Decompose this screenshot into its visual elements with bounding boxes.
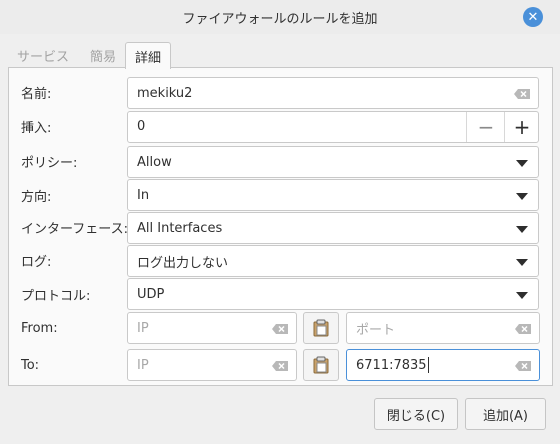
clear-icon[interactable] bbox=[514, 89, 530, 99]
to-ip-placeholder: IP bbox=[137, 357, 149, 373]
direction-value: In bbox=[137, 187, 150, 203]
clear-icon[interactable] bbox=[515, 324, 531, 334]
log-label: ログ: bbox=[21, 254, 52, 270]
advanced-panel: 名前: mekiku2 挿入: 0 − + ポリシー: Allow 方向: In… bbox=[8, 67, 553, 386]
name-field[interactable]: mekiku2 bbox=[127, 77, 539, 109]
insert-spinbutton: 0 − + bbox=[127, 111, 539, 143]
from-port-placeholder: ポート bbox=[356, 322, 396, 338]
clear-icon[interactable] bbox=[515, 361, 531, 371]
title-bar: ファイアウォールのルールを追加 ✕ bbox=[0, 0, 560, 34]
window-title: ファイアウォールのルールを追加 bbox=[182, 11, 378, 27]
chevron-down-icon bbox=[516, 193, 528, 200]
log-dropdown[interactable]: ログ出力しない bbox=[127, 245, 539, 277]
add-button[interactable]: 追加(A) bbox=[465, 398, 546, 430]
to-port-input[interactable]: 6711:7835 bbox=[346, 349, 540, 381]
from-port-input[interactable]: ポート bbox=[346, 312, 540, 344]
clear-icon[interactable] bbox=[272, 324, 288, 334]
chevron-down-icon bbox=[516, 160, 528, 167]
from-ip-input[interactable]: IP bbox=[127, 312, 297, 344]
clear-icon[interactable] bbox=[272, 361, 288, 371]
policy-dropdown[interactable]: Allow bbox=[127, 146, 539, 178]
text-cursor bbox=[427, 357, 429, 373]
tab-simple[interactable]: 簡易 bbox=[82, 42, 124, 68]
minus-icon: − bbox=[477, 115, 495, 139]
from-label: From: bbox=[21, 320, 58, 336]
tab-service[interactable]: サービス bbox=[10, 42, 76, 68]
name-label: 名前: bbox=[21, 86, 52, 102]
direction-label: 方向: bbox=[21, 189, 52, 205]
chevron-down-icon bbox=[516, 259, 528, 266]
protocol-dropdown[interactable]: UDP bbox=[127, 278, 539, 310]
close-window-button[interactable]: ✕ bbox=[523, 7, 543, 27]
chevron-down-icon bbox=[516, 226, 528, 233]
interface-dropdown[interactable]: All Interfaces bbox=[127, 212, 539, 244]
increment-button[interactable]: + bbox=[504, 111, 540, 143]
protocol-value: UDP bbox=[137, 286, 165, 302]
tab-advanced[interactable]: 詳細 bbox=[125, 42, 171, 69]
clipboard-icon bbox=[313, 356, 329, 374]
close-icon: ✕ bbox=[527, 9, 539, 25]
log-value: ログ出力しない bbox=[137, 255, 229, 271]
interface-value: All Interfaces bbox=[137, 220, 223, 236]
policy-label: ポリシー: bbox=[21, 155, 78, 171]
policy-value: Allow bbox=[137, 154, 172, 170]
decrement-button[interactable]: − bbox=[468, 111, 504, 143]
name-value: mekiku2 bbox=[137, 85, 193, 101]
from-ip-placeholder: IP bbox=[137, 320, 149, 336]
direction-dropdown[interactable]: In bbox=[127, 179, 539, 211]
insert-label: 挿入: bbox=[21, 120, 52, 136]
protocol-label: プロトコル: bbox=[21, 288, 91, 304]
to-port-value: 6711:7835 bbox=[356, 357, 427, 373]
from-paste-button[interactable] bbox=[303, 312, 339, 344]
to-paste-button[interactable] bbox=[303, 349, 339, 381]
clipboard-icon bbox=[313, 319, 329, 337]
chevron-down-icon bbox=[516, 292, 528, 299]
plus-icon: + bbox=[513, 115, 531, 139]
to-ip-input[interactable]: IP bbox=[127, 349, 297, 381]
insert-value[interactable]: 0 bbox=[137, 119, 145, 134]
interface-label: インターフェース: bbox=[21, 221, 128, 237]
close-button[interactable]: 閉じる(C) bbox=[374, 398, 458, 430]
to-label: To: bbox=[21, 357, 40, 373]
